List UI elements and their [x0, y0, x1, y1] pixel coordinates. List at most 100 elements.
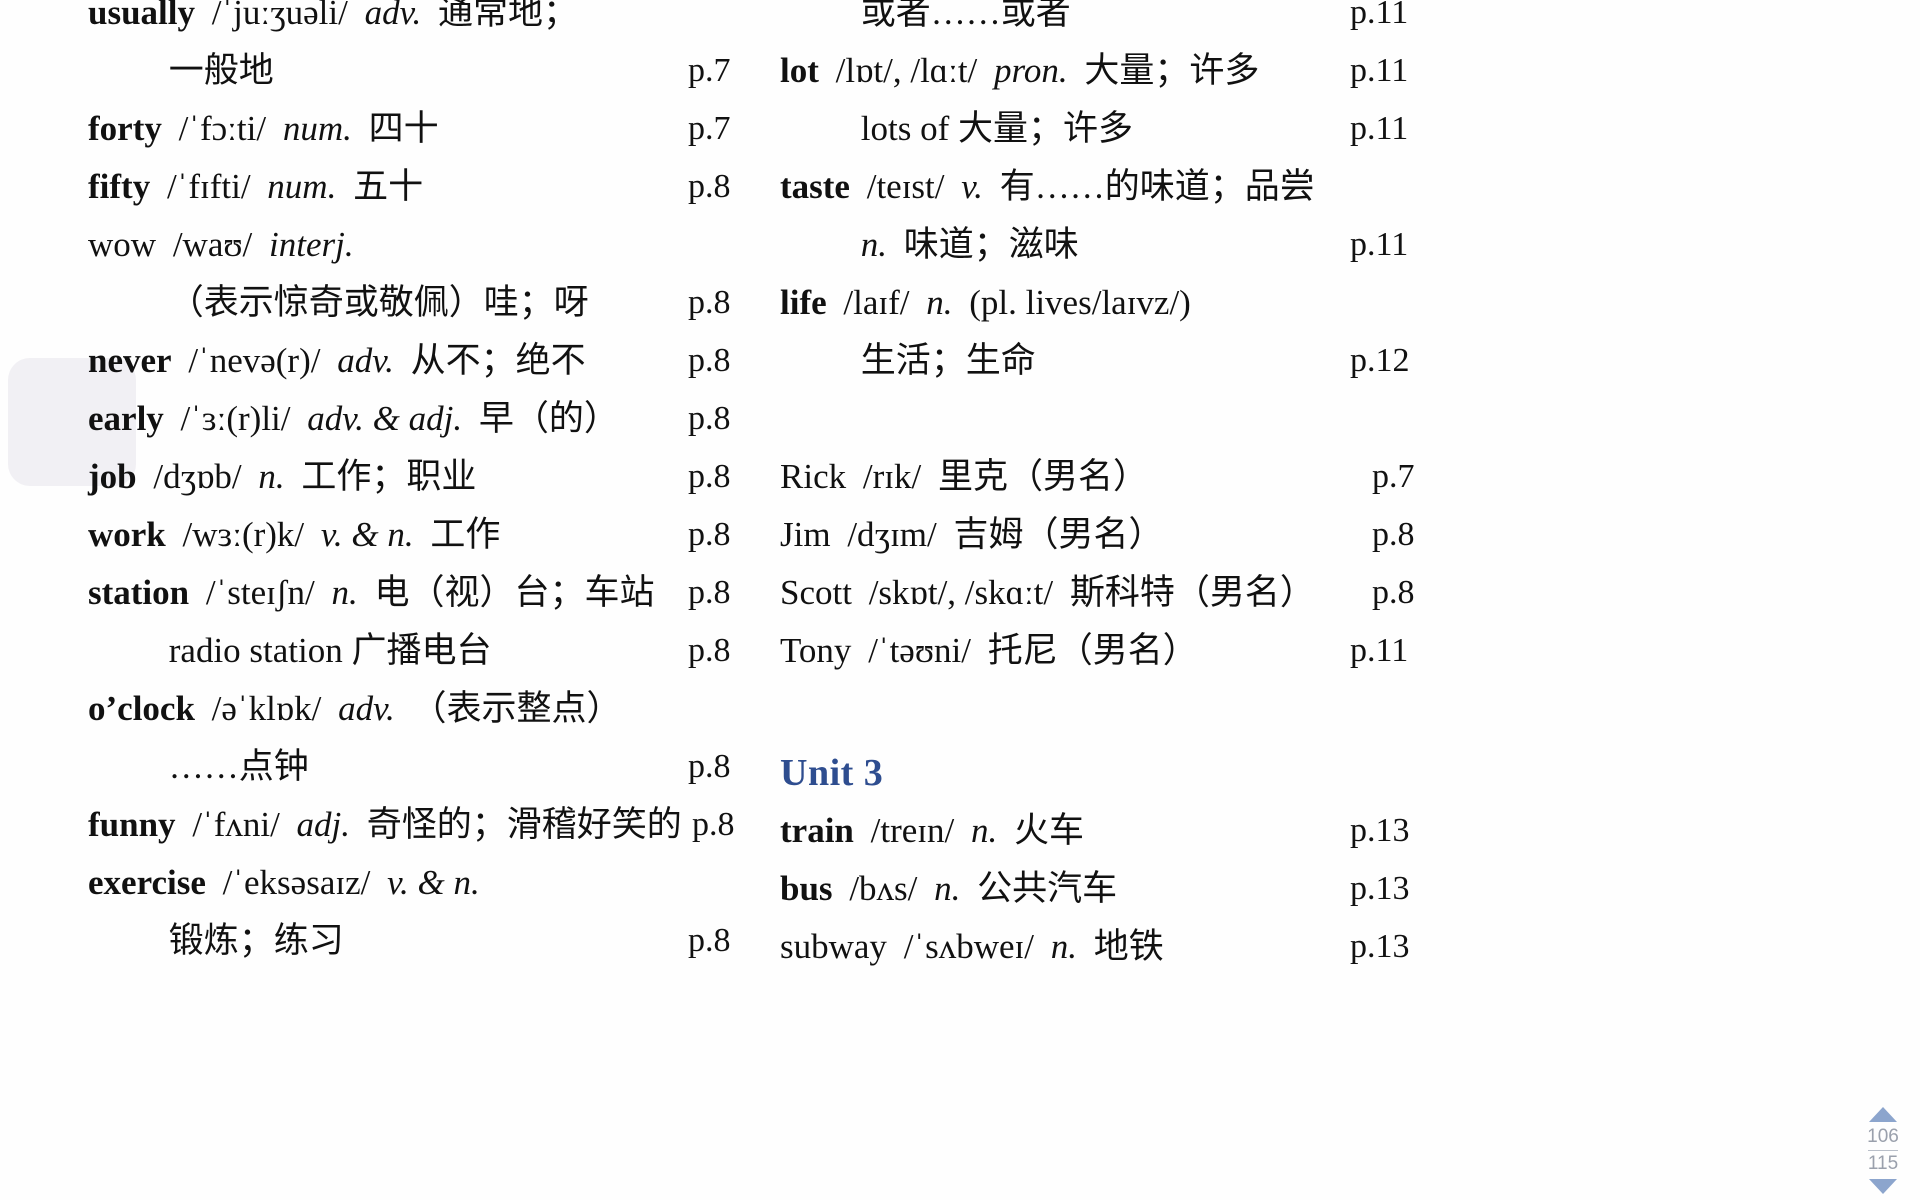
part-of-speech: n.: [258, 457, 285, 496]
page-reference[interactable]: p.11: [1350, 42, 1408, 100]
entry-oclock-cont[interactable]: ……点钟 p.8: [88, 738, 760, 796]
page-indicator[interactable]: 106 115: [1854, 1107, 1912, 1194]
part-of-speech: n.: [926, 283, 953, 322]
page-reference[interactable]: p.8: [688, 564, 731, 622]
page-reference[interactable]: p.8: [688, 274, 731, 332]
page-reference[interactable]: p.11: [1350, 0, 1408, 42]
page-reference[interactable]: p.8: [1372, 564, 1415, 622]
gloss: 奇怪的；滑稽好笑的: [366, 805, 682, 844]
page-reference[interactable]: p.7: [688, 42, 731, 100]
entry-bus[interactable]: bus /bʌs/ n. 公共汽车 p.13: [780, 860, 1460, 918]
entry-station[interactable]: station /ˈsteɪʃn/ n. 电（视）台；车站 p.8: [88, 564, 760, 622]
gloss: 有……的味道；品尝: [999, 167, 1315, 206]
entry-wow[interactable]: wow /waʊ/ interj.: [88, 216, 760, 274]
phonetic: /ˈfɔːti/: [178, 109, 267, 148]
page-reference[interactable]: p.11: [1350, 216, 1408, 274]
headword: o’clock: [88, 689, 195, 728]
document-page: usually /ˈjuːʒuəli/ adv. 通常地； 一般地 p.7 fo…: [0, 0, 1920, 1200]
part-of-speech: adv. & adj.: [307, 399, 463, 438]
headword: Rick: [780, 457, 847, 496]
entry-taste-cont[interactable]: n. 味道；滋味 p.11: [780, 216, 1460, 274]
gloss: 通常地；: [438, 0, 579, 32]
unit-heading-3[interactable]: Unit 3: [780, 744, 1460, 802]
vocabulary-column-left: usually /ˈjuːʒuəli/ adv. 通常地； 一般地 p.7 fo…: [88, 0, 760, 986]
entry-usually-cont[interactable]: 一般地 p.7: [88, 42, 760, 100]
part-of-speech: num.: [282, 109, 352, 148]
headword: never: [88, 341, 172, 380]
entry-taste[interactable]: taste /teɪst/ v. 有……的味道；品尝: [780, 158, 1460, 216]
gloss: 吉姆（男名）: [953, 515, 1164, 554]
gloss: （表示整点）: [411, 689, 622, 728]
page-reference[interactable]: p.8: [688, 912, 731, 970]
page-reference[interactable]: p.8: [688, 506, 731, 564]
entry-name-scott[interactable]: Scott /skɒt/, /skɑːt/ 斯科特（男名） p.8: [780, 564, 1460, 622]
page-reference[interactable]: p.8: [688, 158, 731, 216]
part-of-speech: v. & n.: [320, 515, 414, 554]
entry-wow-cont[interactable]: （表示惊奇或敬佩）哇；呀 p.8: [88, 274, 760, 332]
entry-life[interactable]: life /laɪf/ n. (pl. lives/laɪvz/): [780, 274, 1460, 332]
entry-lots-of[interactable]: lots of 大量；许多 p.11: [780, 100, 1460, 158]
part-of-speech: adv.: [337, 341, 394, 380]
phonetic: /dʒɪm/: [847, 515, 937, 554]
page-reference[interactable]: p.7: [1372, 448, 1415, 506]
page-reference[interactable]: p.8: [688, 738, 731, 796]
column-spacer: [780, 680, 1460, 738]
page-reference[interactable]: p.8: [692, 796, 735, 854]
entry-never[interactable]: never /ˈnevə(r)/ adv. 从不；绝不 p.8: [88, 332, 760, 390]
gloss: 工作；职业: [301, 457, 477, 496]
gloss: 地铁: [1093, 927, 1164, 966]
phonetic: /waʊ/: [172, 225, 253, 264]
entry-work[interactable]: work /wɜː(r)k/ v. & n. 工作 p.8: [88, 506, 760, 564]
entry-usually[interactable]: usually /ˈjuːʒuəli/ adv. 通常地；: [88, 0, 760, 42]
page-reference[interactable]: p.11: [1350, 100, 1408, 158]
triangle-down-icon[interactable]: [1869, 1179, 1897, 1194]
part-of-speech: adv.: [364, 0, 422, 32]
entry-exercise-cont[interactable]: 锻炼；练习 p.8: [88, 912, 760, 970]
entry-lot[interactable]: lot /lɒt/, /lɑːt/ pron. 大量；许多 p.11: [780, 42, 1460, 100]
page-reference[interactable]: p.13: [1350, 918, 1410, 976]
page-reference[interactable]: p.11: [1350, 622, 1408, 680]
phonetic: /skɒt/, /skɑːt/: [868, 573, 1054, 612]
headword: Scott: [780, 573, 852, 612]
gloss: 公共汽车: [977, 869, 1118, 908]
triangle-up-icon[interactable]: [1869, 1107, 1897, 1122]
gloss: 味道；滋味: [903, 225, 1079, 264]
phonetic: /laɪf/: [843, 283, 910, 322]
entry-name-tony[interactable]: Tony /ˈtəʊni/ 托尼（男名） p.11: [780, 622, 1460, 680]
headword: life: [780, 283, 827, 322]
headword: exercise: [88, 863, 206, 902]
gloss: 火车: [1013, 811, 1084, 850]
entry-radio-station[interactable]: radio station 广播电台 p.8: [88, 622, 760, 680]
entry-oclock[interactable]: o’clock /əˈklɒk/ adv. （表示整点）: [88, 680, 760, 738]
entry-forty[interactable]: forty /ˈfɔːti/ num. 四十 p.7: [88, 100, 760, 158]
entry-early[interactable]: early /ˈɜː(r)li/ adv. & adj. 早（的） p.8: [88, 390, 760, 448]
entry-eitheror-cont[interactable]: 或者……或者 p.11: [780, 0, 1460, 42]
entry-fifty[interactable]: fifty /ˈfɪfti/ num. 五十 p.8: [88, 158, 760, 216]
headword: usually: [88, 0, 195, 32]
entry-life-cont[interactable]: 生活；生命 p.12: [780, 332, 1460, 390]
page-reference[interactable]: p.8: [688, 622, 731, 680]
entry-job[interactable]: job /dʒɒb/ n. 工作；职业 p.8: [88, 448, 760, 506]
page-reference[interactable]: p.12: [1350, 332, 1410, 390]
gloss: （表示惊奇或敬佩）哇；呀: [168, 283, 589, 322]
page-reference[interactable]: p.8: [1372, 506, 1415, 564]
gloss: 四十: [368, 109, 439, 148]
entry-funny[interactable]: funny /ˈfʌni/ adj. 奇怪的；滑稽好笑的 p.8: [88, 796, 760, 854]
vocabulary-column-right: 或者……或者 p.11 lot /lɒt/, /lɑːt/ pron. 大量；许…: [780, 0, 1460, 986]
page-reference[interactable]: p.13: [1350, 860, 1410, 918]
entry-name-jim[interactable]: Jim /dʒɪm/ 吉姆（男名） p.8: [780, 506, 1460, 564]
entry-exercise[interactable]: exercise /ˈeksəsaɪz/ v. & n.: [88, 854, 760, 912]
part-of-speech: n.: [934, 869, 961, 908]
page-reference[interactable]: p.8: [688, 332, 731, 390]
phonetic: /ˈsʌbweɪ/: [903, 927, 1034, 966]
headword: train: [780, 811, 854, 850]
entry-name-rick[interactable]: Rick /rɪk/ 里克（男名） p.7: [780, 448, 1460, 506]
page-reference[interactable]: p.7: [688, 100, 731, 158]
headword: Jim: [780, 515, 831, 554]
headword: forty: [88, 109, 162, 148]
entry-train[interactable]: train /treɪn/ n. 火车 p.13: [780, 802, 1460, 860]
entry-subway[interactable]: subway /ˈsʌbweɪ/ n. 地铁 p.13: [780, 918, 1460, 976]
page-reference[interactable]: p.13: [1350, 802, 1410, 860]
page-reference[interactable]: p.8: [688, 448, 731, 506]
page-reference[interactable]: p.8: [688, 390, 731, 448]
